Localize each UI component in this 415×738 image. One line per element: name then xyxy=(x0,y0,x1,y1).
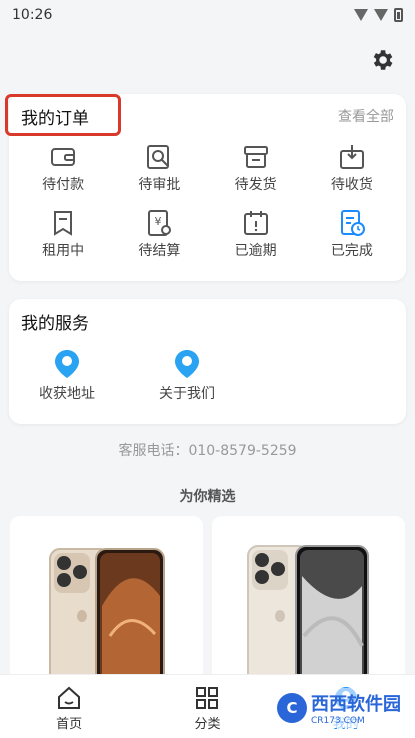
order-status-overdue[interactable]: 已逾期 xyxy=(208,208,304,270)
tab-category[interactable]: 分类 xyxy=(167,685,247,732)
product-card[interactable] xyxy=(10,516,203,686)
orders-title: 我的订单 xyxy=(21,108,89,129)
svg-text:¥: ¥ xyxy=(155,215,162,228)
tab-label: 分类 xyxy=(194,717,221,732)
services-card: 我的服务 收获地址 关于我们 xyxy=(9,299,406,424)
order-status-completed[interactable]: 已完成 xyxy=(304,208,400,270)
order-status-label: 待审批 xyxy=(138,177,181,193)
watermark-sub: CR173.COM xyxy=(311,716,365,726)
page-root: 10:26 我的订单 查看全部 待付款 待审批 待发货 待收货 租用中 ¥ 待结… xyxy=(0,0,415,738)
product-image xyxy=(247,545,369,686)
orders-card: 我的订单 查看全部 待付款 待审批 待发货 待收货 租用中 ¥ 待结算 已逾期 … xyxy=(9,94,406,281)
product-image xyxy=(49,548,165,686)
order-status-pending-receipt[interactable]: 待收货 xyxy=(304,142,400,204)
gear-icon[interactable] xyxy=(369,47,395,73)
home-icon xyxy=(58,686,81,709)
order-status-label: 已完成 xyxy=(330,243,373,259)
location-pin-icon xyxy=(55,350,79,378)
search-doc-icon xyxy=(147,145,170,169)
watermark-logo: C xyxy=(277,693,307,723)
tab-home[interactable]: 首页 xyxy=(29,685,109,732)
service-label: 收获地址 xyxy=(39,386,95,402)
order-status-label: 待付款 xyxy=(42,177,85,193)
see-all-orders-link[interactable]: 查看全部 xyxy=(338,106,394,126)
order-status-pending-shipment[interactable]: 待发货 xyxy=(208,142,304,204)
customer-service-hotline[interactable]: 客服电话：010-8579-5259 xyxy=(0,440,415,460)
invoice-yen-icon: ¥ xyxy=(148,210,172,236)
services-header: 我的服务 xyxy=(9,299,406,343)
package-in-icon xyxy=(339,145,364,169)
battery-icon xyxy=(394,8,403,22)
watermark: C 西西软件园 CR173.COM xyxy=(271,688,407,728)
watermark-text-group: 西西软件园 CR173.COM xyxy=(311,690,401,726)
order-status-grid: 待付款 待审批 待发货 待收货 租用中 ¥ 待结算 已逾期 已完成 xyxy=(9,138,406,270)
tab-label: 首页 xyxy=(56,717,83,732)
order-status-renting[interactable]: 租用中 xyxy=(15,208,111,270)
status-icons xyxy=(354,8,403,22)
watermark-text: 西西软件园 xyxy=(311,694,401,715)
order-status-label: 待结算 xyxy=(138,243,181,259)
recommend-title: 为你精选 xyxy=(179,489,236,505)
bookmark-icon xyxy=(54,211,73,236)
order-status-label: 已逾期 xyxy=(234,243,277,259)
order-status-pending-approval[interactable]: 待审批 xyxy=(111,142,207,204)
doc-clock-icon xyxy=(340,210,365,236)
calendar-alert-icon xyxy=(243,211,268,235)
orders-header: 我的订单 查看全部 xyxy=(9,94,406,138)
order-status-label: 租用中 xyxy=(42,243,85,259)
wifi-icon xyxy=(354,9,368,21)
service-about-us[interactable]: 关于我们 xyxy=(147,349,227,403)
location-pin-icon xyxy=(175,350,199,378)
status-time: 10:26 xyxy=(12,7,53,23)
services-title: 我的服务 xyxy=(21,313,89,334)
wallet-icon xyxy=(51,148,76,166)
services-grid: 收获地址 关于我们 xyxy=(9,343,406,403)
box-out-icon xyxy=(243,146,268,168)
signal-icon xyxy=(374,9,388,21)
service-label: 关于我们 xyxy=(159,386,215,402)
service-address[interactable]: 收获地址 xyxy=(27,349,107,403)
grid-icon xyxy=(196,687,219,709)
order-status-label: 待收货 xyxy=(330,177,373,193)
order-status-pending-payment[interactable]: 待付款 xyxy=(15,142,111,204)
product-card[interactable] xyxy=(212,516,405,686)
status-bar: 10:26 xyxy=(0,0,415,30)
order-status-pending-settlement[interactable]: ¥ 待结算 xyxy=(111,208,207,270)
order-status-label: 待发货 xyxy=(234,177,277,193)
